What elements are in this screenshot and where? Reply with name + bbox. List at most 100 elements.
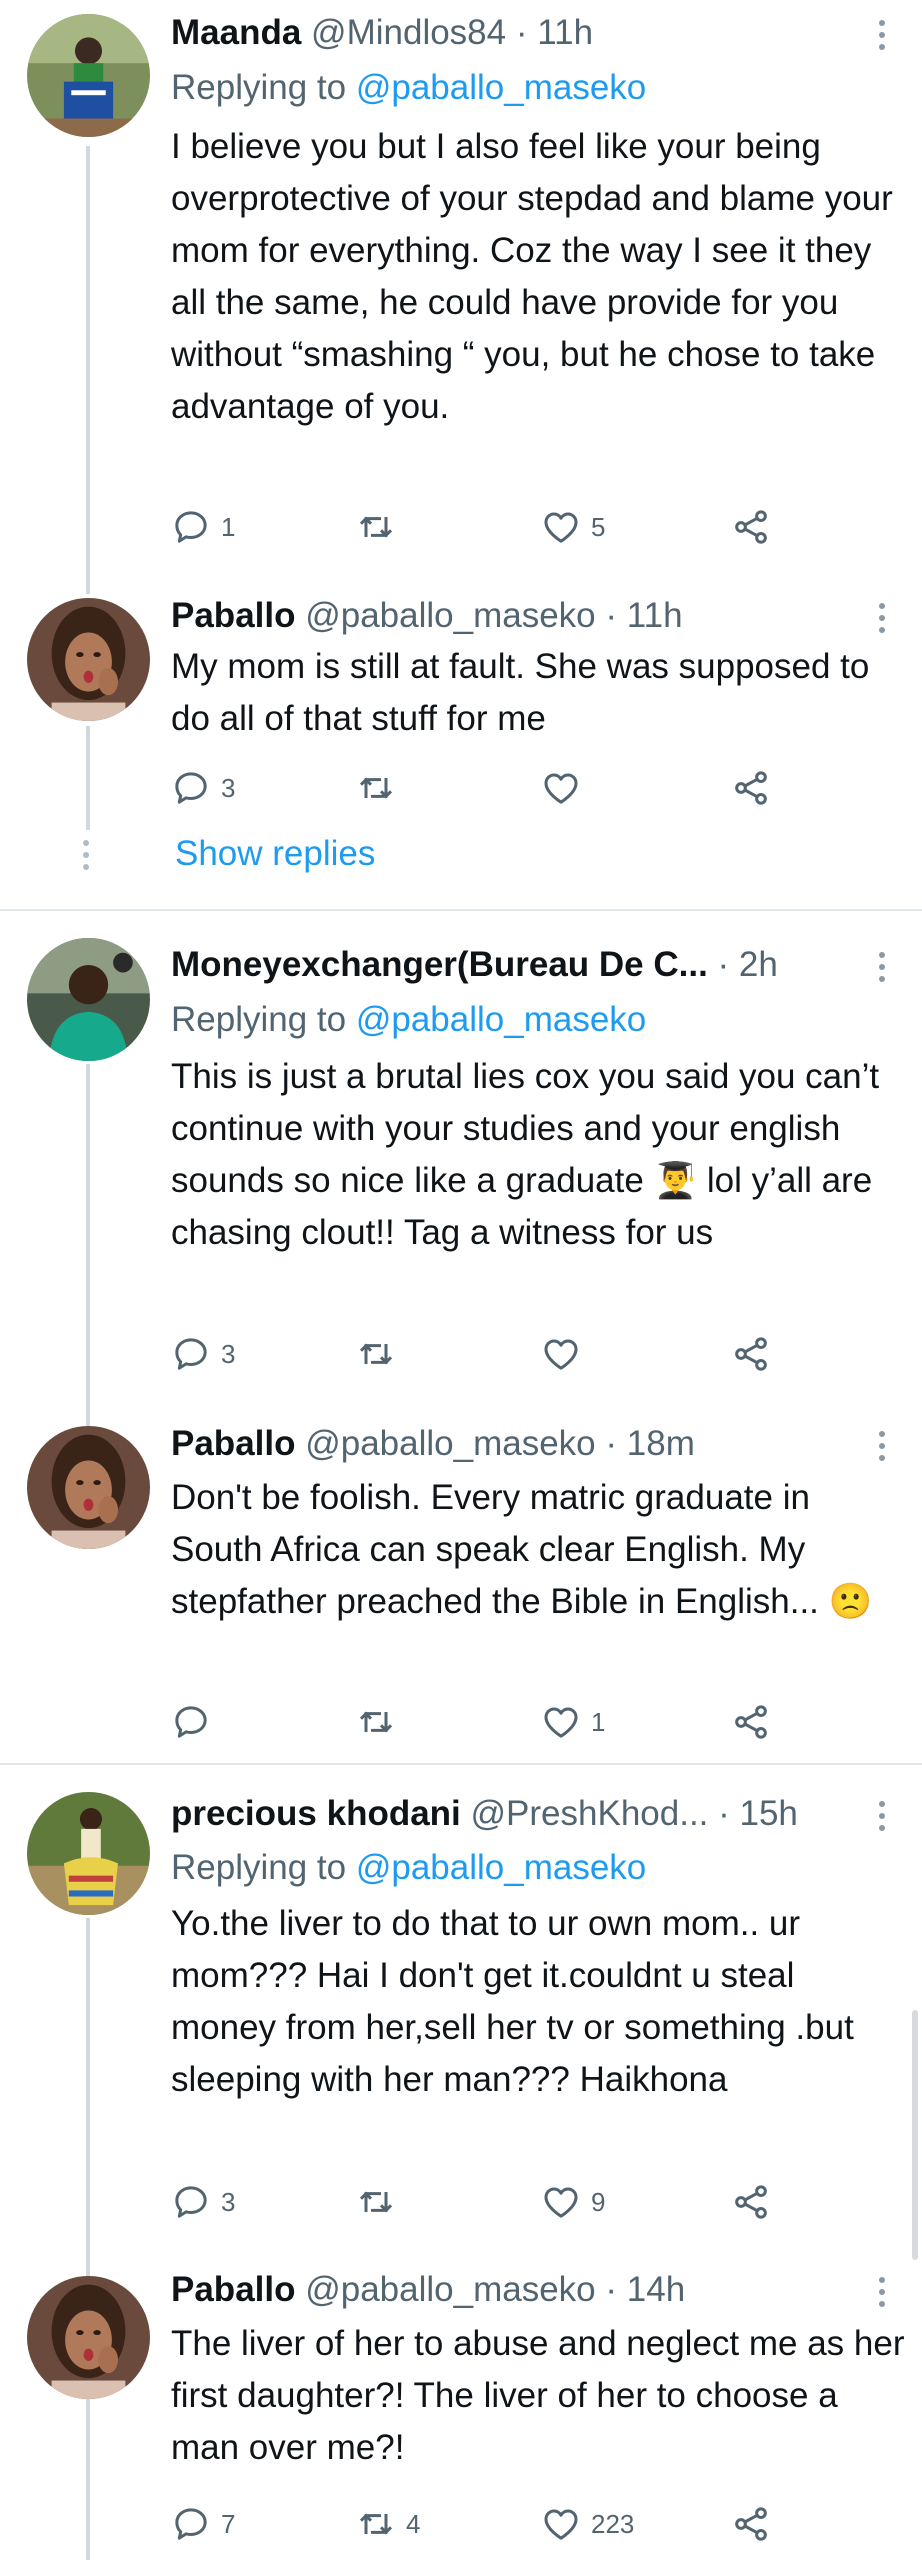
thread-line xyxy=(86,1400,90,1424)
reply-icon xyxy=(171,2504,211,2544)
action-bar: 1 xyxy=(171,1700,791,1744)
reply-button[interactable]: 3 xyxy=(171,1332,235,1376)
like-button[interactable]: 9 xyxy=(541,2180,605,2224)
timestamp[interactable]: 14h xyxy=(627,2270,685,2309)
retweet-button[interactable]: 4 xyxy=(356,2502,420,2546)
display-name[interactable]: Maanda xyxy=(171,13,301,52)
display-name[interactable]: Moneyexchanger(Bureau De C... xyxy=(171,945,708,984)
retweet-icon xyxy=(356,507,396,547)
share-button[interactable] xyxy=(731,766,771,810)
like-count: 1 xyxy=(591,1706,606,1737)
avatar[interactable] xyxy=(27,2276,150,2399)
share-icon xyxy=(731,2504,771,2544)
more-icon[interactable] xyxy=(878,952,886,988)
like-button[interactable]: 223 xyxy=(541,2502,634,2546)
reply-icon xyxy=(171,1334,211,1374)
timestamp[interactable]: 18m xyxy=(627,1424,695,1463)
mention-link[interactable]: @paballo_maseko xyxy=(356,1000,646,1039)
like-icon xyxy=(541,2504,581,2544)
like-button[interactable]: 5 xyxy=(541,505,605,549)
like-count: 9 xyxy=(591,2186,606,2217)
replying-to-label: Replying to xyxy=(171,1848,356,1887)
separator: · xyxy=(595,1424,627,1463)
share-button[interactable] xyxy=(731,1700,771,1744)
like-icon xyxy=(541,507,581,547)
like-icon xyxy=(541,1702,581,1742)
tweet-text: Yo.the liver to do that to ur own mom.. … xyxy=(171,1904,864,2099)
more-icon[interactable] xyxy=(878,20,886,56)
like-button[interactable] xyxy=(541,766,591,810)
share-button[interactable] xyxy=(731,1332,771,1376)
separator: · xyxy=(708,1794,740,1833)
separator: · xyxy=(506,13,538,52)
reply-count: 3 xyxy=(221,1338,236,1369)
reply-button[interactable] xyxy=(171,1700,221,1744)
tweet-text: Don't be foolish. Every matric graduate … xyxy=(171,1478,873,1621)
avatar[interactable] xyxy=(27,1426,150,1549)
more-replies-indicator xyxy=(83,840,91,876)
more-icon[interactable] xyxy=(878,2277,886,2313)
user-handle[interactable]: @paballo_maseko xyxy=(305,596,595,635)
action-bar: 1 5 xyxy=(171,505,791,549)
divider xyxy=(0,909,922,911)
separator: · xyxy=(595,596,627,635)
share-button[interactable] xyxy=(731,505,771,549)
reply-button[interactable]: 3 xyxy=(171,2180,235,2224)
mention-link[interactable]: @paballo_maseko xyxy=(356,1848,646,1887)
user-handle[interactable]: @paballo_maseko xyxy=(305,1424,595,1463)
reply-icon xyxy=(171,2182,211,2222)
thread-line xyxy=(86,2250,90,2276)
retweet-button[interactable] xyxy=(356,505,406,549)
display-name[interactable]: Paballo xyxy=(171,596,295,635)
reply-count: 7 xyxy=(221,2508,236,2539)
avatar[interactable] xyxy=(27,1792,150,1915)
reply-button[interactable]: 7 xyxy=(171,2502,235,2546)
tweet-text: My mom is still at fault. She was suppos… xyxy=(171,647,880,738)
timestamp[interactable]: 15h xyxy=(740,1794,798,1833)
more-icon[interactable] xyxy=(878,603,886,639)
tweet-text: The liver of her to abuse and neglect me… xyxy=(171,2324,915,2467)
share-icon xyxy=(731,1702,771,1742)
replying-to: Replying to @paballo_maseko xyxy=(171,1846,646,1890)
avatar[interactable] xyxy=(27,598,150,721)
retweet-button[interactable] xyxy=(356,766,406,810)
mention-link[interactable]: @paballo_maseko xyxy=(356,68,646,107)
retweet-button[interactable] xyxy=(356,1332,406,1376)
tweet-header: Paballo @paballo_maseko · 18m xyxy=(171,1422,862,1466)
thread-line xyxy=(86,576,90,594)
like-button[interactable]: 1 xyxy=(541,1700,605,1744)
display-name[interactable]: Paballo xyxy=(171,1424,295,1463)
scrollbar[interactable] xyxy=(912,2010,918,2260)
retweet-icon xyxy=(356,2182,396,2222)
reply-count: 3 xyxy=(221,772,236,803)
reply-button[interactable]: 1 xyxy=(171,505,235,549)
tweet-text: I believe you but I also feel like your … xyxy=(171,127,903,426)
timestamp[interactable]: 11h xyxy=(537,13,593,52)
tweet-header: Moneyexchanger(Bureau De C... · 2h xyxy=(171,943,862,987)
retweet-button[interactable] xyxy=(356,2180,406,2224)
avatar[interactable] xyxy=(27,14,150,137)
reply-button[interactable]: 3 xyxy=(171,766,235,810)
reply-icon xyxy=(171,768,211,808)
retweet-count: 4 xyxy=(406,2508,421,2539)
replying-to: Replying to @paballo_maseko xyxy=(171,998,646,1042)
action-bar: 3 xyxy=(171,766,791,810)
show-replies-link[interactable]: Show replies xyxy=(175,834,375,874)
retweet-button[interactable] xyxy=(356,1700,406,1744)
share-icon xyxy=(731,1334,771,1374)
more-icon[interactable] xyxy=(878,1801,886,1837)
user-handle[interactable]: @paballo_maseko xyxy=(305,2270,595,2309)
like-button[interactable] xyxy=(541,1332,591,1376)
share-button[interactable] xyxy=(731,2180,771,2224)
display-name[interactable]: Paballo xyxy=(171,2270,295,2309)
timestamp[interactable]: 2h xyxy=(739,945,778,984)
share-icon xyxy=(731,768,771,808)
timestamp[interactable]: 11h xyxy=(627,596,683,635)
reply-icon xyxy=(171,507,211,547)
display-name[interactable]: precious khodani xyxy=(171,1794,461,1833)
user-handle[interactable]: @Mindlos84 xyxy=(311,13,506,52)
more-icon[interactable] xyxy=(878,1431,886,1467)
share-button[interactable] xyxy=(731,2502,771,2546)
user-handle[interactable]: @PreshKhod... xyxy=(471,1794,709,1833)
avatar[interactable] xyxy=(27,938,150,1061)
